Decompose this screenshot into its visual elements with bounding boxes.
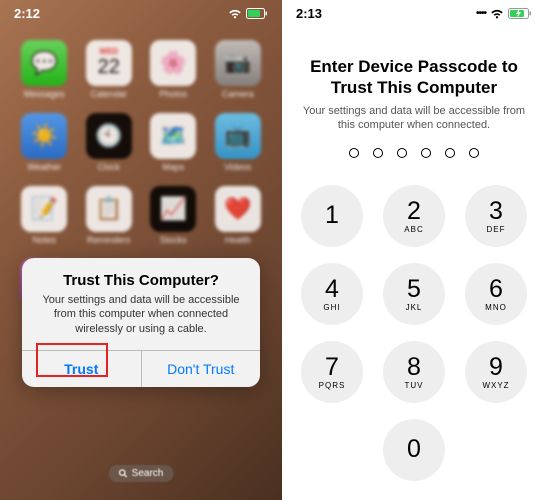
app-photos[interactable]: 🌸Photos xyxy=(145,40,202,99)
phone-left: 2:12 💬Messages WED22Calendar 🌸Photos 📷Ca… xyxy=(0,0,282,500)
search-label: Search xyxy=(132,468,164,479)
app-calendar[interactable]: WED22Calendar xyxy=(81,40,138,99)
app-videos[interactable]: 📺Videos xyxy=(210,113,267,172)
status-bar-left: 2:12 xyxy=(0,6,282,21)
key-8[interactable]: 8TUV xyxy=(383,341,445,403)
keypad: 1 2ABC 3DEF 4GHI 5JKL 6MNO 7PQRS 8TUV 9W… xyxy=(282,185,546,481)
phone-right: 2:13 •••• Enter Device Passcode to Trust… xyxy=(282,0,546,500)
passcode-dot xyxy=(445,148,455,158)
clock-icon: 🕙 xyxy=(95,123,122,149)
wifi-icon xyxy=(228,9,242,19)
status-icons-left xyxy=(228,8,268,19)
passcode-dot xyxy=(421,148,431,158)
key-1[interactable]: 1 xyxy=(301,185,363,247)
app-health[interactable]: ❤️Health xyxy=(210,186,267,245)
health-icon: ❤️ xyxy=(224,196,251,222)
wifi-icon xyxy=(490,9,504,19)
maps-icon: 🗺️ xyxy=(160,123,187,149)
key-5[interactable]: 5JKL xyxy=(383,263,445,325)
status-icons-right: •••• xyxy=(476,8,532,19)
stocks-icon: 📈 xyxy=(160,196,187,222)
passcode-dots xyxy=(282,148,546,158)
key-3[interactable]: 3DEF xyxy=(465,185,527,247)
app-weather[interactable]: ☀️Weather xyxy=(16,113,73,172)
search-icon xyxy=(119,469,128,478)
dialog-title: Trust This Computer? xyxy=(22,258,260,293)
passcode-dot xyxy=(397,148,407,158)
reminders-icon: 📋 xyxy=(95,196,122,222)
passcode-dot xyxy=(373,148,383,158)
calendar-date: 22 xyxy=(98,56,120,79)
app-notes[interactable]: 📝Notes xyxy=(16,186,73,245)
key-6[interactable]: 6MNO xyxy=(465,263,527,325)
app-reminders[interactable]: 📋Reminders xyxy=(81,186,138,245)
search-pill[interactable]: Search xyxy=(109,465,174,482)
passcode-message: Your settings and data will be accessibl… xyxy=(302,104,526,133)
videos-icon: 📺 xyxy=(224,123,251,149)
time-right: 2:13 xyxy=(296,6,322,21)
app-messages[interactable]: 💬Messages xyxy=(16,40,73,99)
passcode-dot xyxy=(469,148,479,158)
trust-button[interactable]: Trust xyxy=(22,351,141,387)
notes-icon: 📝 xyxy=(31,196,58,222)
app-stocks[interactable]: 📈Stocks xyxy=(145,186,202,245)
camera-icon: 📷 xyxy=(224,50,251,76)
cellular-icon: •••• xyxy=(476,8,486,19)
photos-icon: 🌸 xyxy=(160,50,187,76)
passcode-title: Enter Device Passcode to Trust This Comp… xyxy=(302,56,526,99)
key-4[interactable]: 4GHI xyxy=(301,263,363,325)
battery-icon xyxy=(246,8,268,19)
time-left: 2:12 xyxy=(14,6,40,21)
dialog-message: Your settings and data will be accessibl… xyxy=(22,293,260,350)
key-0[interactable]: 0 xyxy=(383,419,445,481)
calendar-day: WED xyxy=(99,47,118,56)
weather-icon: ☀️ xyxy=(31,123,58,149)
key-2[interactable]: 2ABC xyxy=(383,185,445,247)
status-bar-right: 2:13 •••• xyxy=(282,6,546,21)
key-7[interactable]: 7PQRS xyxy=(301,341,363,403)
dont-trust-button[interactable]: Don't Trust xyxy=(141,351,261,387)
key-9[interactable]: 9WXYZ xyxy=(465,341,527,403)
app-camera[interactable]: 📷Camera xyxy=(210,40,267,99)
app-clock[interactable]: 🕙Clock xyxy=(81,113,138,172)
passcode-dot xyxy=(349,148,359,158)
trust-dialog: Trust This Computer? Your settings and d… xyxy=(22,258,260,387)
battery-icon xyxy=(508,8,532,19)
app-maps[interactable]: 🗺️Maps xyxy=(145,113,202,172)
dialog-buttons: Trust Don't Trust xyxy=(22,350,260,387)
messages-icon: 💬 xyxy=(31,50,58,76)
